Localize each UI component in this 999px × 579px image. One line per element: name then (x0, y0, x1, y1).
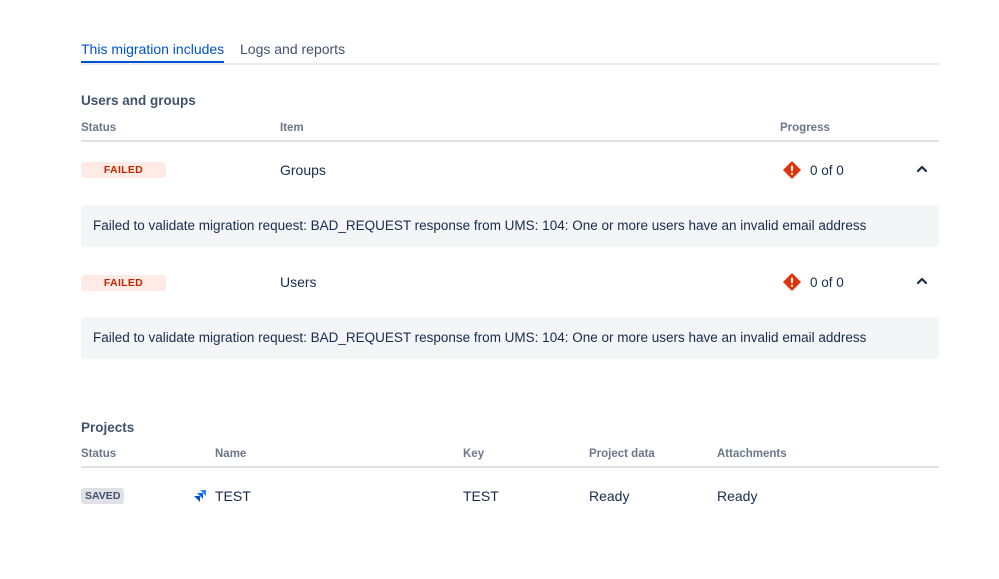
jira-software-icon (194, 490, 206, 502)
progress-count: 0 of 0 (810, 162, 844, 178)
column-header-progress: Progress (780, 122, 830, 134)
error-icon (783, 273, 801, 291)
chevron-up-icon[interactable] (914, 161, 930, 177)
status-badge-saved: SAVED (81, 488, 125, 504)
users-groups-title: Users and groups (81, 93, 196, 108)
project-key: TEST (463, 488, 499, 504)
error-icon (783, 161, 801, 179)
column-header-item: Item (280, 122, 304, 134)
tab-this-migration-includes[interactable]: This migration includes (81, 41, 225, 63)
column-header-attachments: Attachments (717, 448, 787, 460)
progress-cell: 0 of 0 (783, 273, 844, 291)
status-badge-failed: FAILED (81, 162, 166, 178)
table-header-divider (81, 140, 939, 142)
chevron-up-icon[interactable] (914, 273, 930, 289)
column-header-key: Key (463, 448, 485, 460)
projects-title: Projects (81, 420, 135, 435)
column-header-status: Status (81, 448, 117, 460)
item-name: Groups (280, 162, 326, 178)
status-badge-failed: FAILED (81, 275, 166, 291)
progress-count: 0 of 0 (810, 274, 844, 290)
error-message: Failed to validate migration request: BA… (81, 317, 939, 359)
progress-cell: 0 of 0 (783, 161, 844, 179)
project-name[interactable]: TEST (215, 488, 251, 504)
tab-bar: This migration includes Logs and reports (81, 38, 939, 65)
attachments-status: Ready (717, 488, 758, 504)
tab-logs-and-reports[interactable]: Logs and reports (240, 41, 345, 57)
project-data-status: Ready (589, 488, 630, 504)
column-header-project-data: Project data (589, 448, 655, 460)
column-header-name: Name (215, 448, 247, 460)
table-header-divider (81, 466, 939, 468)
error-message: Failed to validate migration request: BA… (81, 205, 939, 247)
column-header-status: Status (81, 122, 117, 134)
item-name: Users (280, 274, 317, 290)
